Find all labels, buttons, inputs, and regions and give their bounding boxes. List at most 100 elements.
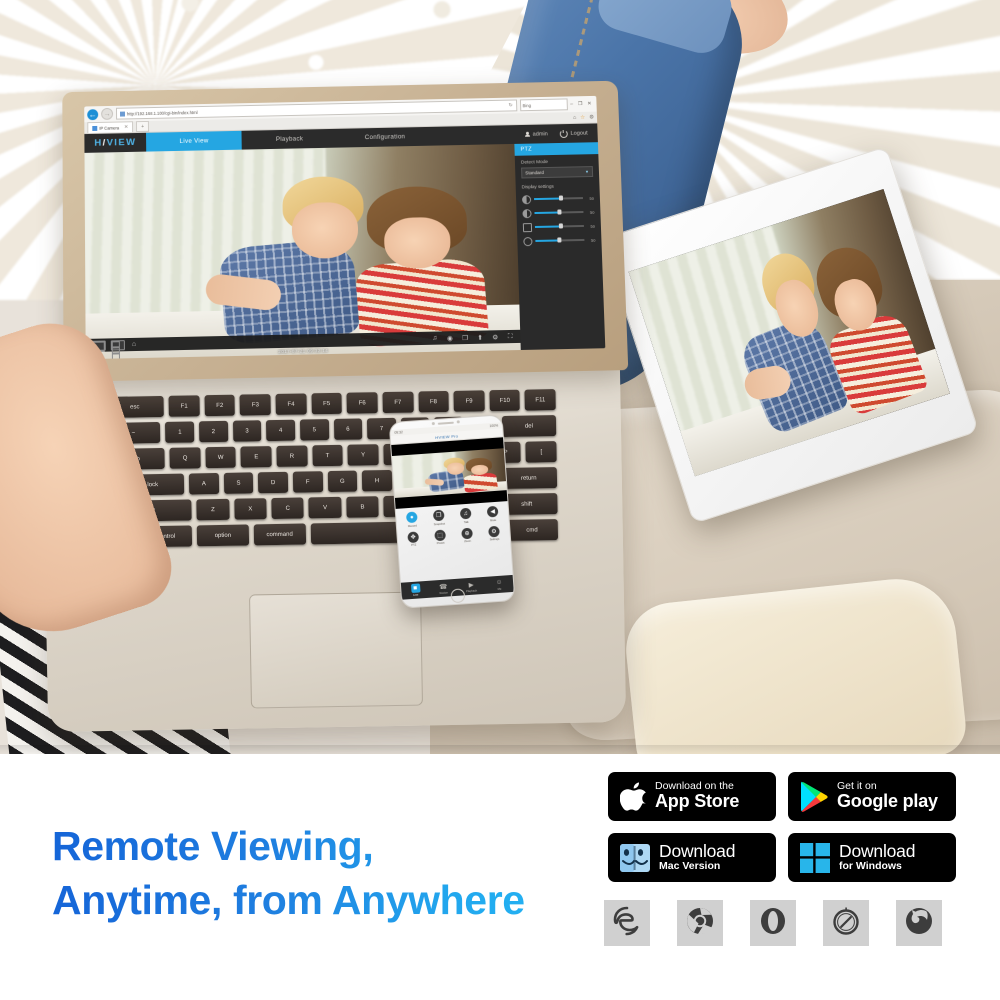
phone-button-record[interactable]: ● Record [399, 511, 425, 528]
phone-button-snapshot[interactable]: ❐ Snapshot [426, 509, 452, 526]
logo-pre: H [94, 138, 102, 149]
lifestyle-photo: esc F1 F2 F3 F4 F5 F6 F7 F8 F9 F10 F11 ~1 2 3 4567 … [0, 0, 1000, 754]
close-tab-icon[interactable]: ✕ [124, 124, 128, 130]
phone-button-talk[interactable]: ♫ Talk [453, 507, 479, 524]
app-store-big: App Store [655, 792, 739, 811]
phone-button-mute[interactable]: ◀ Mute [480, 505, 506, 522]
video-player[interactable]: ⌂ ♫ ◉ ❐ ⬆ ⚙ ⛶ 2017-07-21 09:32:14 [84, 144, 520, 359]
favorites-icon[interactable]: ☆ [580, 114, 585, 120]
close-icon[interactable]: ✕ [587, 101, 591, 107]
laptop-lid: ← → http://192.168.1.100/cgi-bin/index.h… [62, 81, 628, 382]
windows-small: for Windows [839, 861, 915, 872]
favicon [92, 125, 97, 130]
saturation-value: 50 [587, 223, 595, 228]
phone-button-label: Snapshot [434, 522, 446, 526]
browser-toolbar[interactable]: ⌂ ☆ ⚙ [573, 114, 594, 120]
snapshot-icon: ❐ [433, 510, 445, 522]
url-text: http://192.168.1.100/cgi-bin/index.html [127, 110, 198, 116]
browser-chip-firefox[interactable] [896, 900, 942, 946]
phone-tab-me[interactable]: ☺ Me [485, 577, 514, 592]
browser-chip-opera[interactable] [750, 900, 796, 946]
fullscreen-icon[interactable]: ⛶ [506, 332, 514, 340]
record-icon[interactable]: ◉ [446, 334, 454, 342]
gear-icon[interactable]: ⚙ [589, 114, 594, 120]
phone-tab-label: Playback [466, 589, 477, 593]
power-icon [560, 129, 568, 137]
audio-icon[interactable]: ♫ [431, 334, 439, 342]
browser-tab-label: IP Camera [99, 125, 119, 130]
app-logo[interactable]: H / VIEW [84, 133, 146, 153]
phone-tab-label: Live [413, 594, 418, 597]
headline-line-1: Remote Viewing, [52, 819, 592, 873]
phone-video-player[interactable] [391, 437, 507, 509]
gear-icon: ⚙ [488, 525, 500, 537]
profile-icon: ☺ [494, 578, 504, 588]
window-controls[interactable]: – ❐ ✕ [570, 101, 593, 107]
phone-device: 09:32 100% HVIEW Pro ● Record ❐ Snapshot… [389, 414, 516, 608]
browser-tab[interactable]: IP Camera ✕ [87, 121, 133, 133]
brightness-value: 50 [586, 195, 594, 200]
minimize-icon[interactable]: – [570, 101, 573, 107]
playback-icon: ▶ [466, 580, 476, 590]
firefox-icon [904, 906, 934, 941]
tab-live-view[interactable]: Live View [146, 131, 242, 152]
browser-chip-safari[interactable] [823, 900, 869, 946]
phone-button-label: Settings [490, 538, 500, 542]
windows-badge[interactable]: Download for Windows [788, 833, 956, 882]
phone-tab-live[interactable]: ■ Live [401, 583, 430, 598]
phone-button-zoom[interactable]: ⊕ Zoom [454, 527, 480, 544]
phone-button-settings[interactable]: ⚙ Settings [481, 525, 507, 542]
contrast-value: 50 [586, 209, 594, 214]
maximize-icon[interactable]: ❐ [578, 101, 583, 107]
video-tools[interactable]: ♫ ◉ ❐ ⬆ ⚙ ⛶ [431, 332, 515, 342]
mute-icon: ◀ [487, 506, 499, 518]
opera-icon [758, 906, 788, 941]
refresh-icon[interactable]: ↻ [508, 103, 512, 109]
layout-4-button[interactable] [111, 340, 125, 350]
app-store-badge[interactable]: Download on the App Store [608, 772, 776, 821]
home-button[interactable] [450, 588, 465, 603]
apple-icon [620, 782, 646, 812]
back-icon[interactable]: ← [87, 109, 98, 120]
laptop-trackpad[interactable] [249, 592, 423, 709]
windows-big: Download [839, 842, 915, 861]
settings-icon[interactable]: ⚙ [491, 333, 499, 341]
logout-button[interactable]: Logout [560, 129, 588, 137]
live-icon: ■ [410, 583, 420, 593]
mac-version-badge[interactable]: Download Mac Version [608, 833, 776, 882]
home-icon[interactable]: ⌂ [573, 115, 577, 121]
user-menu[interactable]: admin [525, 131, 548, 137]
upload-icon[interactable]: ⬆ [476, 333, 484, 341]
tab-playback[interactable]: Playback [242, 129, 338, 150]
app-body: ⌂ ♫ ◉ ❐ ⬆ ⚙ ⛶ 2017-07-21 09:32:14 PTZ De… [84, 142, 605, 359]
logo-post: VIEW [107, 137, 137, 148]
record-icon: ● [406, 511, 418, 523]
phone-control-grid: ● Record ❐ Snapshot ♫ Talk ◀ Mute ✥ PTZ … [396, 501, 511, 552]
download-badges: Download on the App Store Get it on Goog… [608, 772, 956, 882]
sharpness-value: 50 [587, 237, 595, 242]
tab-configuration[interactable]: Configuration [337, 127, 433, 148]
phone-button-ptz[interactable]: ✥ PTZ [400, 530, 426, 547]
zoom-icon: ⊕ [461, 527, 473, 539]
search-input[interactable]: Bing [519, 98, 567, 111]
snapshot-icon[interactable]: ❐ [461, 333, 469, 341]
chevron-down-icon: ▼ [585, 169, 589, 174]
video-feed [84, 144, 520, 359]
headline-line-2: Anytime, from Anywhere [52, 873, 592, 927]
phone-button-label: Preset [437, 542, 445, 546]
page-title: Remote Viewing, Anytime, from Anywhere [52, 819, 592, 927]
forward-icon[interactable]: → [101, 108, 113, 120]
phone-button-label: Zoom [464, 540, 471, 543]
mac-version-big: Download [659, 842, 735, 861]
phone-battery: 100% [489, 424, 498, 429]
browser-chip-edge[interactable] [604, 900, 650, 946]
sharpness-slider[interactable]: 50 [517, 233, 601, 249]
supported-browsers [604, 900, 942, 946]
phone-button-preset[interactable]: ⬚ Preset [427, 529, 453, 546]
browser-chip-chrome[interactable] [677, 900, 723, 946]
promo-banner: esc F1 F2 F3 F4 F5 F6 F7 F8 F9 F10 F11 ~1 2 3 4567 … [0, 0, 1000, 1000]
capture-icon[interactable]: ⌂ [130, 340, 138, 349]
ptz-icon: ✥ [407, 531, 419, 543]
google-play-badge[interactable]: Get it on Google play [788, 772, 956, 821]
new-tab-button[interactable]: + [136, 121, 149, 132]
